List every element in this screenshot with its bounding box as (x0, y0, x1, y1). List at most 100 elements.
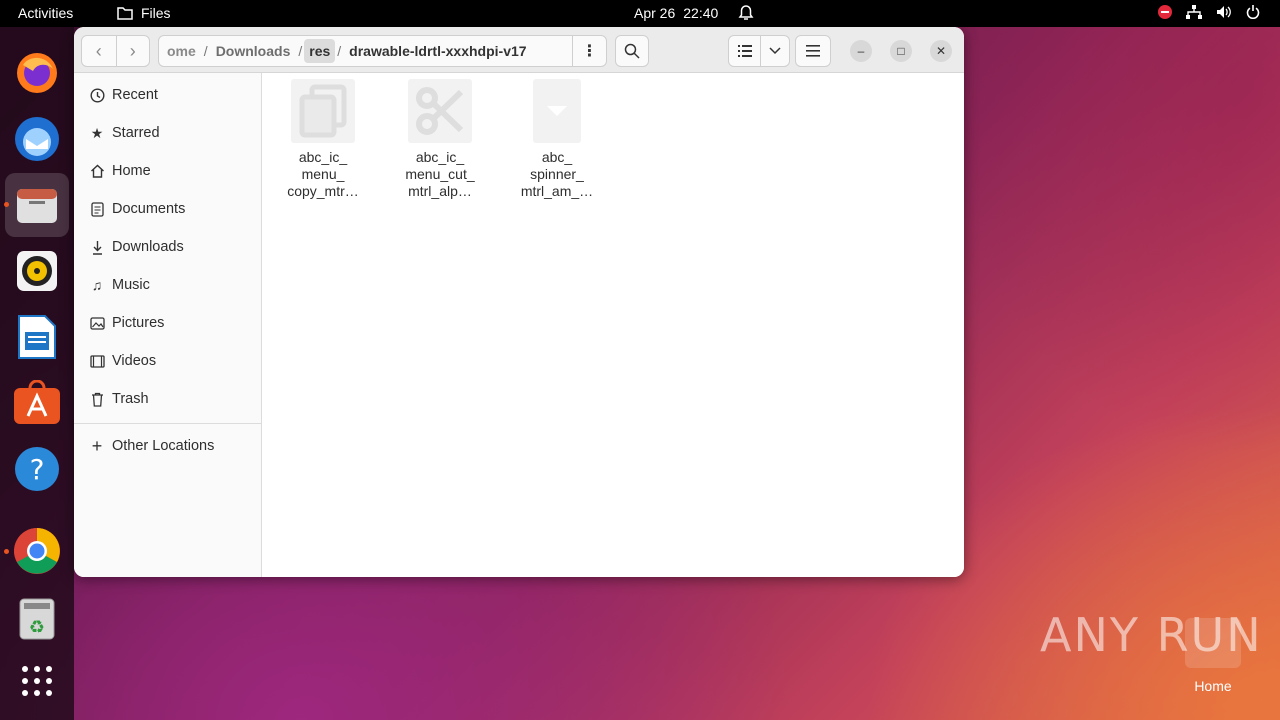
document-icon (87, 201, 107, 217)
app-menu-label: Files (141, 5, 171, 21)
firefox-launcher[interactable] (13, 49, 61, 97)
hamburger-icon (806, 45, 820, 57)
grid-icon (22, 666, 52, 696)
sidebar-item-label: Music (112, 277, 150, 293)
running-indicator (4, 549, 9, 554)
sidebar-item-label: Trash (112, 391, 149, 407)
rhythmbox-icon (17, 251, 57, 291)
maximize-button[interactable]: □ (890, 40, 912, 62)
network-icon (1186, 5, 1202, 19)
search-button[interactable] (615, 35, 649, 67)
sidebar-item-pictures[interactable]: Pictures (74, 305, 262, 341)
file-grid: abc_ic_ menu_ copy_mtr… abc_ic_ menu_cut_ mt… (263, 73, 964, 577)
view-toggle-group (728, 35, 790, 67)
trash-icon (87, 392, 107, 407)
sidebar: Recent ★ Starred Home Documents Download… (74, 73, 262, 577)
trash-launcher[interactable]: ♻ (13, 595, 61, 643)
sidebar-item-label: Starred (112, 125, 160, 141)
writer-launcher[interactable] (13, 313, 61, 361)
path-crumb-downloads[interactable]: Downloads (210, 43, 297, 59)
sidebar-item-starred[interactable]: ★ Starred (74, 115, 262, 151)
system-tray[interactable] (1158, 5, 1260, 19)
desktop-home-shortcut[interactable]: Home (1183, 618, 1243, 694)
path-separator: / (298, 43, 303, 59)
file-name: abc_ic_ menu_ copy_mtr… (287, 149, 359, 199)
sidebar-item-documents[interactable]: Documents (74, 191, 262, 227)
file-name: abc_ic_ menu_cut_ mtrl_alp… (405, 149, 475, 199)
sidebar-item-label: Pictures (112, 315, 165, 331)
svg-text:?: ? (30, 453, 45, 486)
picture-icon (87, 316, 107, 330)
back-button[interactable]: ‹ (82, 36, 116, 66)
path-bar: ome / Downloads / res / drawable-ldrtl-x… (158, 35, 607, 67)
main-menu-button[interactable] (795, 35, 831, 67)
sidebar-item-recent[interactable]: Recent (74, 77, 262, 113)
minimize-button[interactable]: – (850, 40, 872, 62)
sidebar-item-other-locations[interactable]: + Other Locations (74, 428, 262, 464)
chrome-icon (14, 528, 60, 574)
sidebar-item-label: Documents (112, 201, 186, 217)
list-view-button[interactable] (729, 36, 762, 66)
sidebar-item-home[interactable]: Home (74, 153, 262, 189)
app-menu[interactable]: Files (117, 5, 171, 21)
rhythmbox-launcher[interactable] (13, 247, 61, 295)
path-crumb-res[interactable]: res (304, 39, 336, 63)
chevron-right-icon: › (129, 40, 136, 61)
minimize-icon: – (857, 44, 865, 58)
list-view-icon (737, 45, 752, 57)
path-separator: / (203, 43, 208, 59)
file-name: abc_ spinner_ mtrl_am_… (520, 149, 594, 199)
desktop-home-label: Home (1194, 678, 1232, 694)
sidebar-item-label: Videos (112, 353, 157, 369)
help-icon: ? (15, 447, 59, 491)
sidebar-item-music[interactable]: ♫ Music (74, 267, 262, 303)
close-button[interactable]: ✕ (930, 40, 952, 62)
sidebar-item-downloads[interactable]: Downloads (74, 229, 262, 265)
clock-time: 22:40 (683, 5, 719, 21)
chevron-left-icon: ‹ (95, 40, 102, 61)
help-launcher[interactable]: ? (13, 445, 61, 493)
file-item[interactable]: abc_ spinner_ mtrl_am_… (507, 79, 607, 200)
path-separator: / (337, 43, 342, 59)
view-options-button[interactable] (761, 36, 789, 66)
sidebar-item-label: Downloads (112, 239, 184, 255)
path-crumb-current[interactable]: drawable-ldrtl-xxxhdpi-v17 (343, 43, 532, 59)
sidebar-item-label: Recent (112, 87, 158, 103)
home-icon (87, 164, 107, 178)
file-item[interactable]: abc_ic_ menu_ copy_mtr… (273, 79, 373, 200)
clock-date: Apr 26 (634, 5, 676, 21)
path-menu-button[interactable]: ⋮ (572, 36, 606, 66)
sidebar-item-label: Other Locations (112, 438, 215, 454)
app-center-launcher[interactable] (13, 379, 61, 427)
sidebar-item-videos[interactable]: Videos (74, 343, 262, 379)
clock[interactable]: Apr 26 22:40 (634, 5, 718, 21)
header-bar: ‹ › ome / Downloads / res / drawable-ldr… (74, 27, 964, 73)
thunderbird-launcher[interactable] (13, 115, 61, 163)
forward-button[interactable]: › (115, 36, 150, 66)
search-icon (624, 43, 640, 59)
sidebar-item-label: Home (112, 163, 151, 179)
svg-text:♻: ♻ (29, 617, 45, 638)
app-center-icon (14, 380, 60, 424)
file-item[interactable]: abc_ic_ menu_cut_ mtrl_alp… (390, 79, 490, 200)
thunderbird-icon (15, 117, 59, 161)
firefox-icon (17, 53, 57, 93)
star-icon: ★ (90, 124, 104, 141)
activities-button[interactable]: Activities (18, 5, 73, 21)
path-crumb-home[interactable]: ome (159, 43, 202, 59)
power-icon (1246, 5, 1260, 19)
running-indicator (4, 202, 9, 207)
do-not-disturb-icon (1158, 5, 1172, 19)
vertical-dots-icon: ⋮ (581, 43, 598, 60)
volume-icon (1217, 6, 1231, 18)
nav-buttons: ‹ › (81, 35, 150, 67)
scissors-icon (408, 79, 472, 143)
sidebar-item-trash[interactable]: Trash (74, 381, 262, 417)
chevron-down-icon (769, 47, 781, 55)
show-apps-button[interactable] (13, 657, 61, 705)
chrome-launcher[interactable] (13, 527, 61, 575)
copy-icon (291, 79, 355, 143)
bell-icon[interactable] (738, 4, 754, 25)
folder-icon (117, 7, 133, 20)
files-launcher[interactable] (5, 173, 69, 237)
